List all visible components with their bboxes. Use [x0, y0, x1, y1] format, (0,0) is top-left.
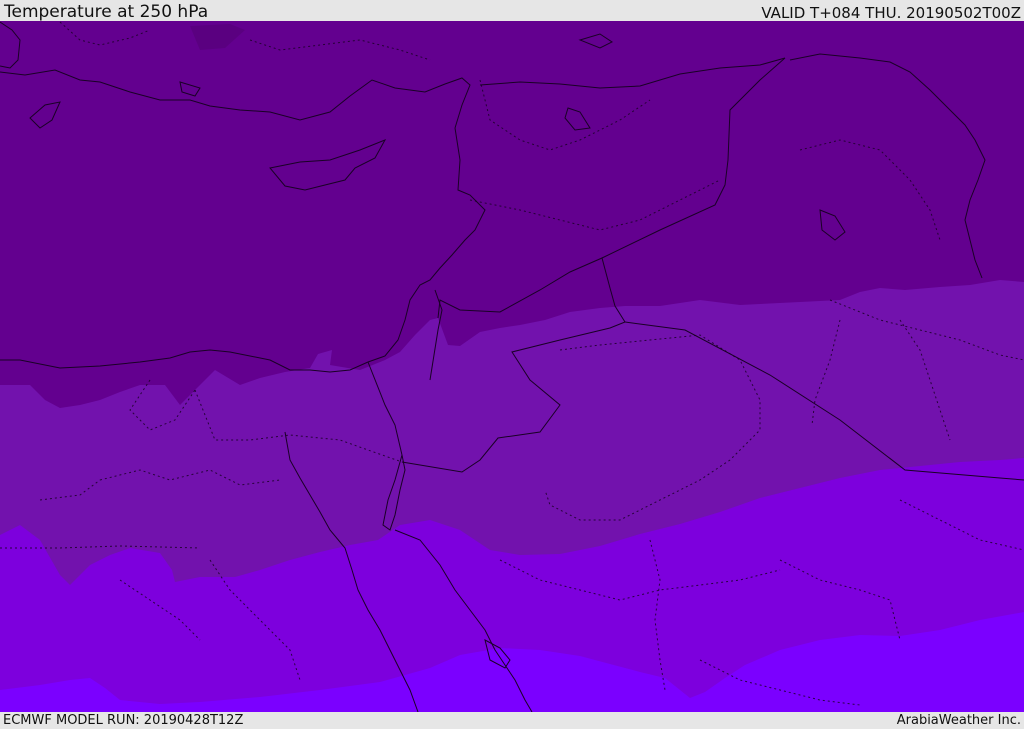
valid-time: VALID T+084 THU. 20190502T00Z [761, 4, 1021, 22]
footer-bar: ECMWF MODEL RUN: 20190428T12Z ArabiaWeat… [0, 712, 1024, 729]
map-title: Temperature at 250 hPa [4, 2, 209, 22]
temperature-map[interactable] [0, 21, 1024, 712]
credit-label: ArabiaWeather Inc. [896, 713, 1021, 728]
model-run: ECMWF MODEL RUN: 20190428T12Z [3, 713, 244, 728]
header-bar: Temperature at 250 hPa VALID T+084 THU. … [0, 0, 1024, 21]
